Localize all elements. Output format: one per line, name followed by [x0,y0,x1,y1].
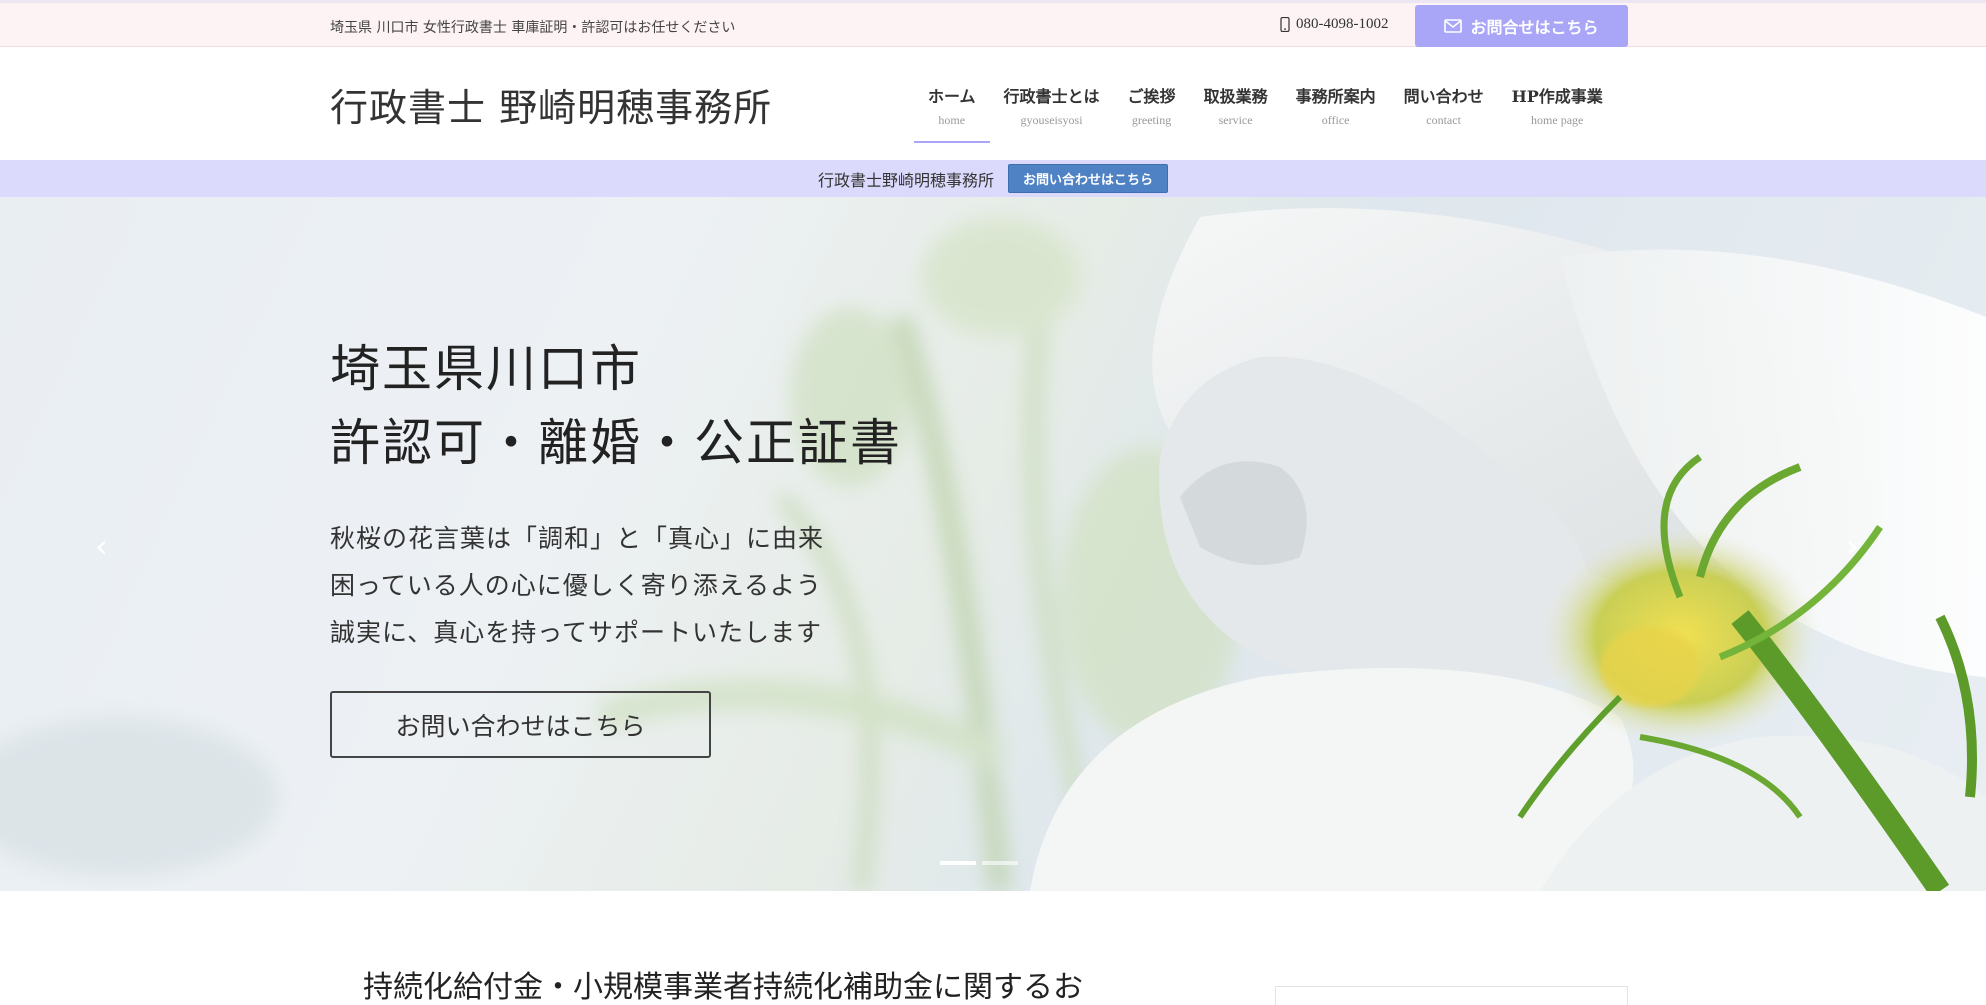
hero-title: 埼玉県川口市 許認可・離婚・公正証書 [330,332,902,480]
phone-icon [1280,17,1290,32]
nav-item-office[interactable]: 事務所案内 office [1282,83,1390,139]
nav-sublabel: service [1218,113,1253,127]
nav-label: ご挨拶 [1127,87,1176,106]
nav-sublabel: home page [1531,113,1584,127]
main-nav: ホーム home 行政書士とは gyouseisyosi ご挨拶 greetin… [914,83,1617,143]
article-title[interactable]: 持続化給付金・小規模事業者持続化補助金に関するお [363,962,1083,1005]
slider-dot-2[interactable] [982,861,1018,865]
nav-item-home[interactable]: ホーム home [914,83,990,143]
hero-slider: 埼玉県川口市 許認可・離婚・公正証書 秋桜の花言葉は「調和」と「真心」に由来 困… [0,197,1986,891]
nav-sublabel: office [1321,113,1350,127]
nav-label: 取扱業務 [1203,87,1268,106]
nav-label: 行政書士とは [1003,87,1100,106]
nav-item-contact[interactable]: 問い合わせ contact [1390,83,1498,139]
nav-item-homepage[interactable]: HP作成事業 home page [1498,83,1617,139]
phone-number-text: 080-4098-1002 [1296,16,1389,32]
hero-sub-line1: 秋桜の花言葉は「調和」と「真心」に由来 [330,524,825,553]
slider-prev-icon[interactable]: ‹ [95,527,108,565]
nav-label: ホーム [928,87,976,106]
site-logo[interactable]: 行政書士 野崎明穂事務所 [330,77,772,132]
slider-next-icon[interactable]: › [1846,527,1859,565]
nav-label: HP作成事業 [1511,87,1603,106]
slider-dot-1[interactable] [940,861,976,865]
nav-item-gyouseisyosi[interactable]: 行政書士とは gyouseisyosi [990,83,1114,139]
site-header: 行政書士 野崎明穂事務所 ホーム home 行政書士とは gyouseisyos… [0,47,1986,160]
top-tagline: 埼玉県 川口市 女性行政書士 車庫証明・許認可はお任せください [330,20,736,36]
nav-label: 問い合わせ [1403,87,1484,106]
notice-contact-button[interactable]: お問い合わせはこちら [1008,164,1169,193]
nav-sublabel: home [938,113,966,127]
sidebar-widget [1275,986,1628,1005]
nav-label: 事務所案内 [1295,87,1376,106]
hero-sub-line3: 誠実に、真心を持ってサポートいたします [330,618,823,647]
hero-title-line2: 許認可・離婚・公正証書 [330,414,902,472]
notice-bar: 行政書士野崎明穂事務所 お問い合わせはこちら [0,160,1986,197]
slider-indicators [940,861,1018,865]
hero-sub-line2: 困っている人の心に優しく寄り添えるよう [330,571,823,600]
hero-title-line1: 埼玉県川口市 [330,340,642,398]
phone-number[interactable]: 080-4098-1002 [1280,16,1389,33]
nav-item-greeting[interactable]: ご挨拶 greeting [1114,83,1190,139]
top-contact-label: お問合せはこちら [1470,18,1599,37]
nav-sublabel: gyouseisyosi [1020,113,1083,127]
top-contact-button[interactable]: お問合せはこちら [1415,5,1628,47]
nav-item-service[interactable]: 取扱業務 service [1190,83,1282,139]
notice-label: 行政書士野崎明穂事務所 [817,170,994,190]
hero-contact-button[interactable]: お問い合わせはこちら [330,691,711,758]
hero-flower-image [0,208,1986,891]
envelope-icon [1444,19,1463,33]
nav-sublabel: greeting [1131,113,1172,127]
top-bar: 埼玉県 川口市 女性行政書士 車庫証明・許認可はお任せください 080-4098… [0,0,1986,47]
nav-sublabel: contact [1426,113,1461,127]
hero-subtext: 秋桜の花言葉は「調和」と「真心」に由来 困っている人の心に優しく寄り添えるよう … [330,515,824,656]
